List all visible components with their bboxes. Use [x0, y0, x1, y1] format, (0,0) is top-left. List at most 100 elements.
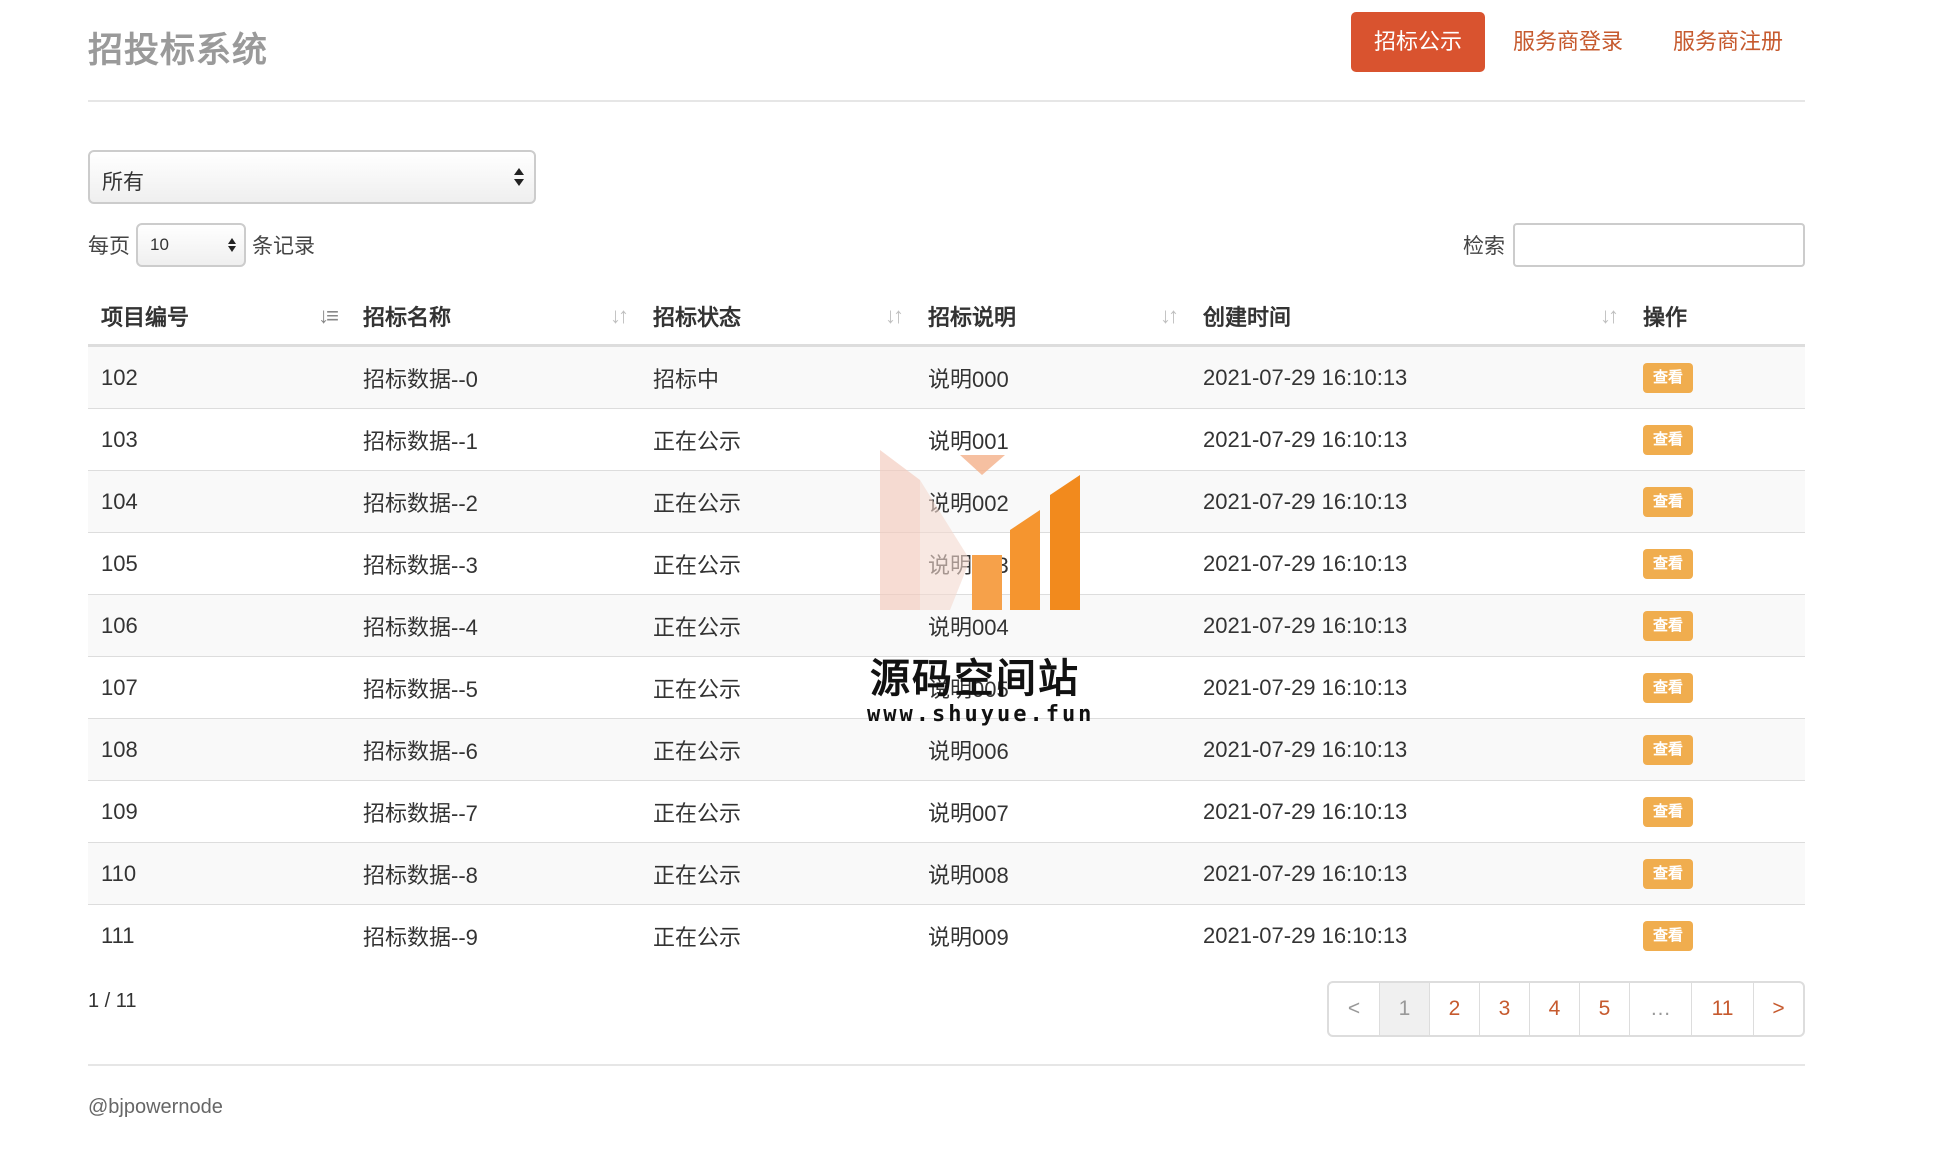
view-button[interactable]: 查看 — [1643, 363, 1694, 393]
table-row: 109 招标数据--7 正在公示 说明007 2021-07-29 16:10:13 查看 — [88, 780, 1805, 843]
cell-bid-name: 招标数据--9 — [350, 904, 640, 966]
cell-action: 查看 — [1630, 780, 1805, 843]
table-row: 103 招标数据--1 正在公示 说明001 2021-07-29 16:10:13 查看 — [88, 408, 1805, 471]
sort-numeric-asc-icon: ↓≡ — [318, 303, 339, 328]
view-button[interactable]: 查看 — [1643, 611, 1694, 641]
sort-both-icon: ↓↑ — [1160, 303, 1179, 328]
footer-divider — [88, 1064, 1805, 1066]
nav-provider-login[interactable]: 服务商登录 — [1491, 12, 1645, 72]
column-header-label: 招标说明 — [928, 305, 1017, 330]
cell-bid-name: 招标数据--0 — [350, 345, 640, 409]
cell-bid-description: 说明007 — [915, 780, 1190, 843]
cell-action: 查看 — [1630, 718, 1805, 781]
cell-action: 查看 — [1630, 345, 1805, 409]
view-button[interactable]: 查看 — [1643, 921, 1694, 951]
cell-project-id: 103 — [88, 408, 350, 471]
updown-arrows-icon — [228, 237, 236, 253]
cell-bid-description: 说明004 — [915, 594, 1190, 657]
page-button[interactable]: 4 — [1529, 983, 1579, 1035]
table-row: 110 招标数据--8 正在公示 说明008 2021-07-29 16:10:13 查看 — [88, 842, 1805, 905]
page-length-select[interactable]: 10 — [136, 223, 246, 267]
pagination: <1 2 3 4 5… 11 > — [1327, 981, 1805, 1037]
page-length-value: 10 — [150, 235, 169, 254]
cell-bid-description: 说明002 — [915, 470, 1190, 533]
top-nav: 招标公示 服务商登录 服务商注册 — [1345, 12, 1805, 72]
column-header-status[interactable]: 招标状态 ↓↑ — [640, 288, 915, 347]
column-header-label: 项目编号 — [101, 305, 190, 330]
cell-bid-name: 招标数据--1 — [350, 408, 640, 471]
brand-title: 招投标系统 — [88, 31, 269, 70]
cell-bid-name: 招标数据--4 — [350, 594, 640, 657]
page-length-control: 每页 10 条记录 — [88, 222, 315, 268]
column-header-label: 创建时间 — [1203, 305, 1292, 330]
page-button[interactable]: 11 — [1691, 983, 1753, 1035]
cell-project-id: 104 — [88, 470, 350, 533]
page-button-current[interactable]: 1 — [1379, 983, 1429, 1035]
cell-bid-description: 说明000 — [915, 345, 1190, 409]
table-row: 102 招标数据--0 招标中 说明000 2021-07-29 16:10:13 查看 — [88, 345, 1805, 409]
cell-project-id: 107 — [88, 656, 350, 719]
cell-bid-description: 说明005 — [915, 656, 1190, 719]
cell-bid-status: 正在公示 — [640, 532, 915, 595]
column-header-description[interactable]: 招标说明 ↓↑ — [915, 288, 1190, 347]
cell-bid-status: 正在公示 — [640, 470, 915, 533]
column-header-id[interactable]: 项目编号 ↓≡ — [88, 288, 350, 347]
cell-bid-name: 招标数据--3 — [350, 532, 640, 595]
cell-project-id: 105 — [88, 532, 350, 595]
view-button[interactable]: 查看 — [1643, 735, 1694, 765]
view-button[interactable]: 查看 — [1643, 859, 1694, 889]
nav-provider-register[interactable]: 服务商注册 — [1651, 12, 1805, 72]
prev-page-button[interactable]: < — [1329, 983, 1379, 1035]
sort-both-icon: ↓↑ — [885, 303, 904, 328]
next-page-button[interactable]: > — [1753, 983, 1803, 1035]
cell-created-time: 2021-07-29 16:10:13 — [1190, 656, 1630, 719]
cell-action: 查看 — [1630, 408, 1805, 471]
view-button[interactable]: 查看 — [1643, 673, 1694, 703]
cell-bid-status: 正在公示 — [640, 408, 915, 471]
column-header-action: 操作 — [1630, 288, 1805, 347]
cell-bid-status: 正在公示 — [640, 904, 915, 966]
page-length-prefix: 每页 — [88, 235, 130, 258]
status-filter-select[interactable]: 所有 — [88, 150, 536, 204]
cell-action: 查看 — [1630, 842, 1805, 905]
search-control: 检索 — [1463, 222, 1805, 268]
cell-bid-status: 招标中 — [640, 345, 915, 409]
table-header-row: 项目编号 ↓≡ 招标名称 ↓↑ 招标状态 ↓↑ 招标说明 ↓↑ 创建时间 ↓↑ … — [88, 288, 1805, 347]
cell-created-time: 2021-07-29 16:10:13 — [1190, 718, 1630, 781]
view-button[interactable]: 查看 — [1643, 797, 1694, 827]
view-button[interactable]: 查看 — [1643, 425, 1694, 455]
cell-action: 查看 — [1630, 470, 1805, 533]
page-button[interactable]: 5 — [1579, 983, 1629, 1035]
cell-created-time: 2021-07-29 16:10:13 — [1190, 594, 1630, 657]
cell-bid-description: 说明003 — [915, 532, 1190, 595]
cell-bid-name: 招标数据--8 — [350, 842, 640, 905]
column-header-name[interactable]: 招标名称 ↓↑ — [350, 288, 640, 347]
column-header-created[interactable]: 创建时间 ↓↑ — [1190, 288, 1630, 347]
cell-created-time: 2021-07-29 16:10:13 — [1190, 904, 1630, 966]
view-button[interactable]: 查看 — [1643, 549, 1694, 579]
column-header-label: 招标名称 — [363, 305, 452, 330]
cell-created-time: 2021-07-29 16:10:13 — [1190, 470, 1630, 533]
cell-created-time: 2021-07-29 16:10:13 — [1190, 408, 1630, 471]
search-input[interactable] — [1513, 223, 1805, 267]
table-body: 102 招标数据--0 招标中 说明000 2021-07-29 16:10:13 查看 1… — [88, 345, 1805, 966]
nav-bid-announcement[interactable]: 招标公示 — [1350, 12, 1485, 72]
sort-both-icon: ↓↑ — [1600, 303, 1619, 328]
view-button[interactable]: 查看 — [1643, 487, 1694, 517]
table-row: 107 招标数据--5 正在公示 说明005 2021-07-29 16:10:13 查看 — [88, 656, 1805, 719]
status-filter-value: 所有 — [102, 171, 144, 194]
cell-created-time: 2021-07-29 16:10:13 — [1190, 842, 1630, 905]
column-header-label: 招标状态 — [653, 305, 742, 330]
page-button[interactable]: 2 — [1429, 983, 1479, 1035]
cell-action: 查看 — [1630, 594, 1805, 657]
cell-project-id: 106 — [88, 594, 350, 657]
cell-bid-status: 正在公示 — [640, 842, 915, 905]
cell-project-id: 109 — [88, 780, 350, 843]
footer-credit: @bjpowernode — [88, 1096, 223, 1118]
cell-project-id: 110 — [88, 842, 350, 905]
page-button[interactable]: 3 — [1479, 983, 1529, 1035]
cell-bid-status: 正在公示 — [640, 594, 915, 657]
cell-bid-status: 正在公示 — [640, 656, 915, 719]
cell-action: 查看 — [1630, 904, 1805, 966]
updown-arrows-icon — [514, 167, 524, 187]
